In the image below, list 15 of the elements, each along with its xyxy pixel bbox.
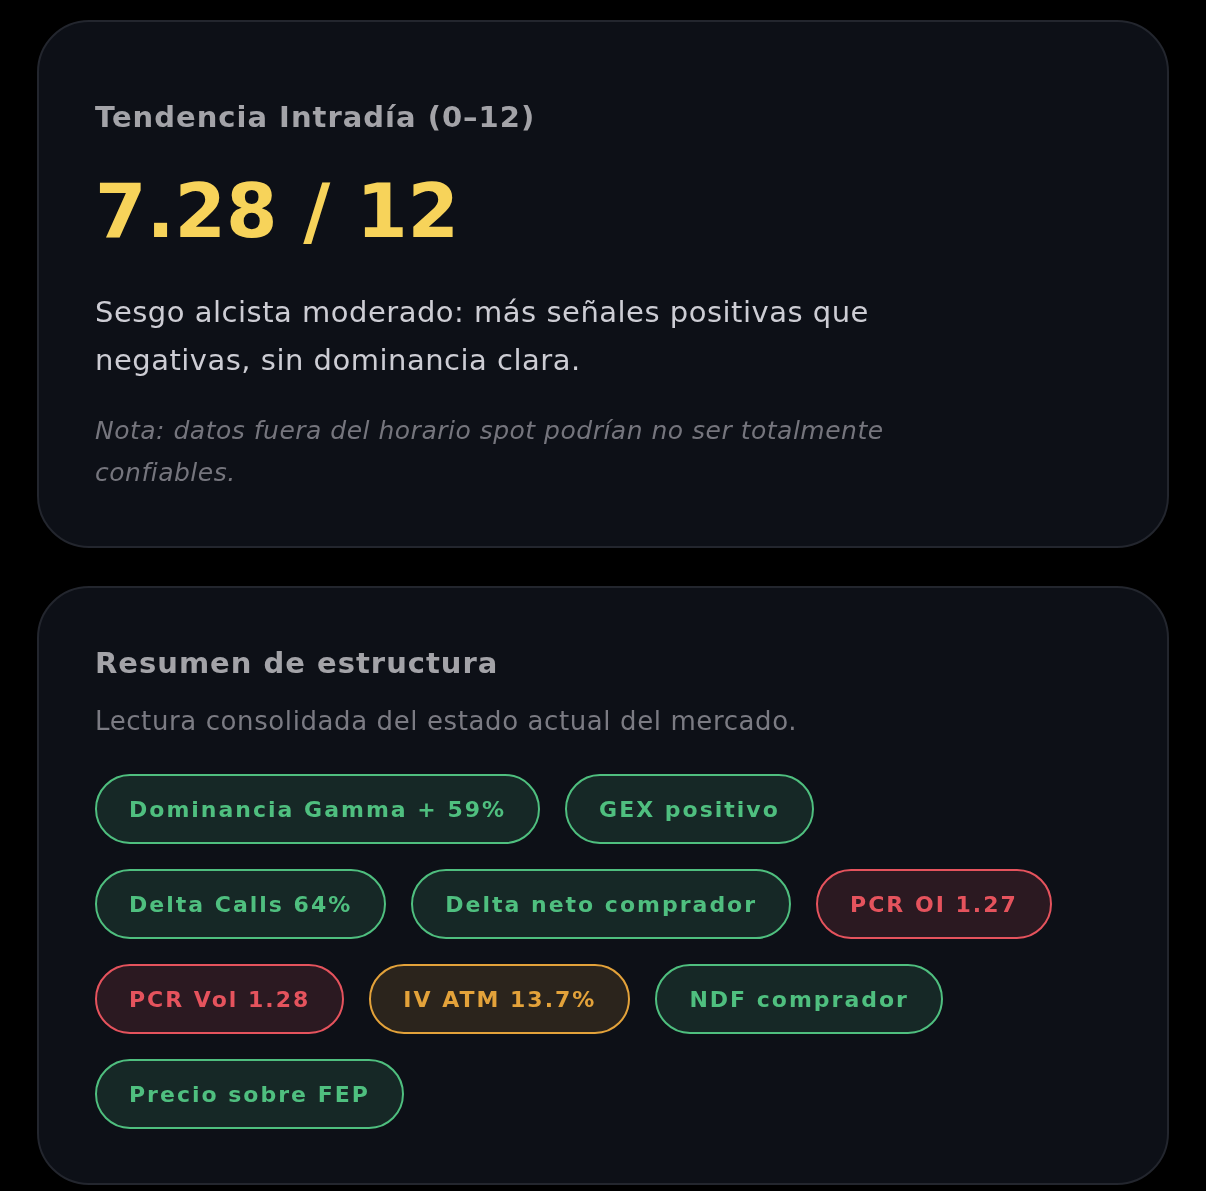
trend-note: Nota: datos fuera del horario spot podrían no ser totalmente confiables. xyxy=(95,415,885,489)
trend-description: Sesgo alcista moderado: más señales positivas que negativas, sin dominancia clara. xyxy=(95,294,870,379)
status-tag: PCR Vol 1.28 xyxy=(95,964,345,1034)
status-tag: Delta neto comprador xyxy=(411,869,792,939)
card-subtitle: Lectura consolidada del estado actual del mercado. xyxy=(95,706,799,736)
status-tag: Dominancia Gamma + 59% xyxy=(95,774,541,844)
status-tag: Precio sobre FEP xyxy=(95,1059,404,1129)
status-tag: IV ATM 13.7% xyxy=(369,964,631,1034)
card-title: Resumen de estructura xyxy=(95,646,500,680)
trend-score: 7.28 / 12 xyxy=(95,174,461,248)
status-tag: Delta Calls 64% xyxy=(95,869,387,939)
status-tag: GEX positivo xyxy=(565,774,814,844)
status-tag: NDF comprador xyxy=(655,964,943,1034)
card-title: Tendencia Intradía (0–12) xyxy=(95,100,537,134)
status-tag: PCR OI 1.27 xyxy=(816,869,1052,939)
